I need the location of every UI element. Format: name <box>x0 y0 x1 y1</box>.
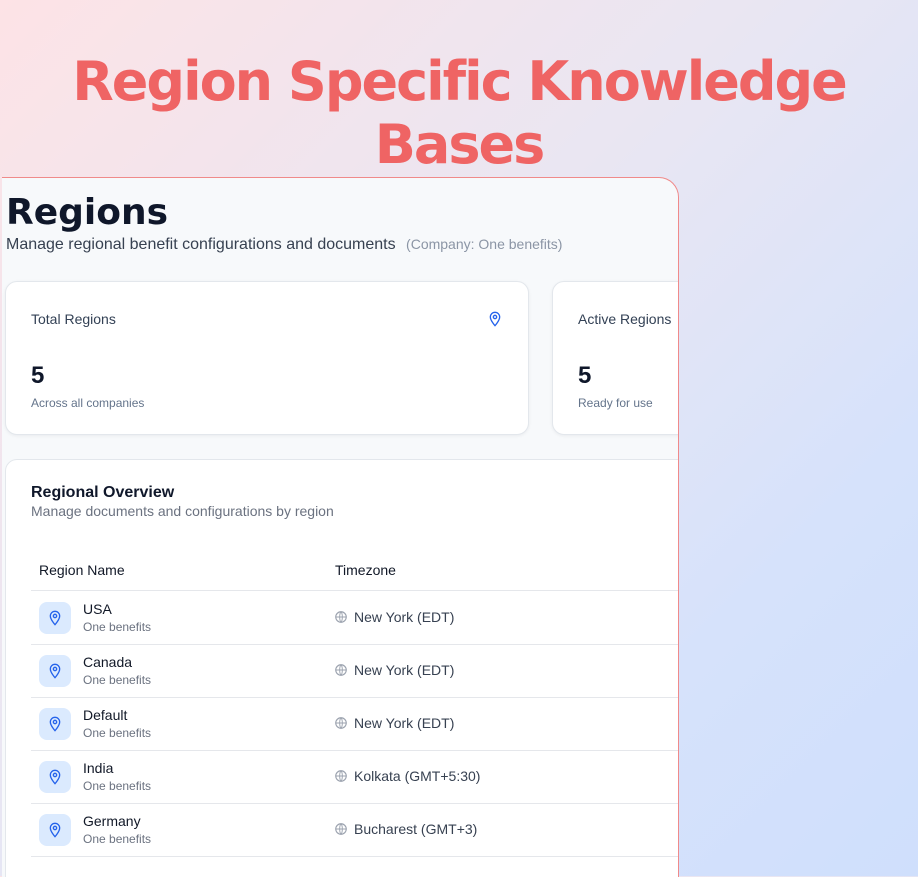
stat-label: Active Regions <box>578 311 672 327</box>
table-row[interactable]: USA One benefits New York (EDT) <box>31 591 678 645</box>
region-name: Default <box>83 707 128 723</box>
column-header-region-name[interactable]: Region Name <box>39 562 125 578</box>
region-timezone: New York (EDT) <box>334 715 454 731</box>
table-row[interactable]: Default One benefits New York (EDT) <box>31 697 678 751</box>
region-timezone: Kolkata (GMT+5:30) <box>334 768 480 784</box>
regional-overview-card: Regional Overview Manage documents and c… <box>5 459 678 877</box>
page-title: Regions <box>6 192 169 233</box>
map-pin-icon <box>489 311 501 327</box>
regions-panel: Regions Manage regional benefit configur… <box>2 177 679 877</box>
overview-subtitle: Manage documents and configurations by r… <box>31 503 334 519</box>
timezone-text: Kolkata (GMT+5:30) <box>354 768 481 784</box>
map-pin-icon <box>49 822 61 838</box>
stat-value: 5 <box>578 362 592 389</box>
region-company: One benefits <box>83 620 152 634</box>
region-pin-badge <box>39 761 71 793</box>
map-pin-icon <box>49 663 61 679</box>
timezone-text: Bucharest (GMT+3) <box>354 821 478 837</box>
stat-note: Across all companies <box>31 396 145 410</box>
region-pin-badge <box>39 602 71 634</box>
region-company: One benefits <box>83 726 152 740</box>
stat-value: 5 <box>31 362 45 389</box>
map-pin-icon <box>49 769 61 785</box>
hero-title: Region Specific Knowledge Bases <box>72 50 848 176</box>
region-pin-badge <box>39 655 71 687</box>
stat-card-active-regions: Active Regions 5 Ready for use <box>552 281 678 435</box>
map-pin-icon <box>49 610 61 626</box>
stat-label: Total Regions <box>31 311 116 327</box>
page-subtitle-text: Manage regional benefit configurations a… <box>6 236 396 253</box>
region-timezone: New York (EDT) <box>334 609 454 625</box>
overview-title: Regional Overview <box>31 484 175 501</box>
region-timezone: New York (EDT) <box>334 662 454 678</box>
company-note: (Company: One benefits) <box>406 236 563 252</box>
table-row[interactable]: India One benefits Kolkata (GMT+5:30) <box>31 750 678 804</box>
column-header-timezone[interactable]: Timezone <box>335 562 396 578</box>
globe-icon <box>335 717 347 729</box>
globe-icon <box>335 611 347 623</box>
region-timezone: Bucharest (GMT+3) <box>334 821 477 837</box>
region-company: One benefits <box>83 673 152 687</box>
globe-icon <box>335 823 347 835</box>
globe-icon <box>335 664 347 676</box>
region-company: One benefits <box>83 832 152 846</box>
timezone-text: New York (EDT) <box>354 609 455 625</box>
region-name: USA <box>83 601 112 617</box>
page-subtitle: Manage regional benefit configurations a… <box>6 236 562 254</box>
timezone-text: New York (EDT) <box>354 715 455 731</box>
stat-note: Ready for use <box>578 396 653 410</box>
table-row[interactable]: Germany One benefits Bucharest (GMT+3) <box>31 803 678 857</box>
table-row[interactable]: Canada One benefits New York (EDT) <box>31 644 678 698</box>
region-name: India <box>83 760 114 776</box>
region-name: Canada <box>83 654 133 670</box>
globe-icon <box>335 770 347 782</box>
region-pin-badge <box>39 708 71 740</box>
region-name: Germany <box>83 813 141 829</box>
stat-card-total-regions: Total Regions 5 Across all companies <box>5 281 529 435</box>
map-pin-icon <box>49 716 61 732</box>
region-company: One benefits <box>83 779 152 793</box>
timezone-text: New York (EDT) <box>354 662 455 678</box>
region-pin-badge <box>39 814 71 846</box>
